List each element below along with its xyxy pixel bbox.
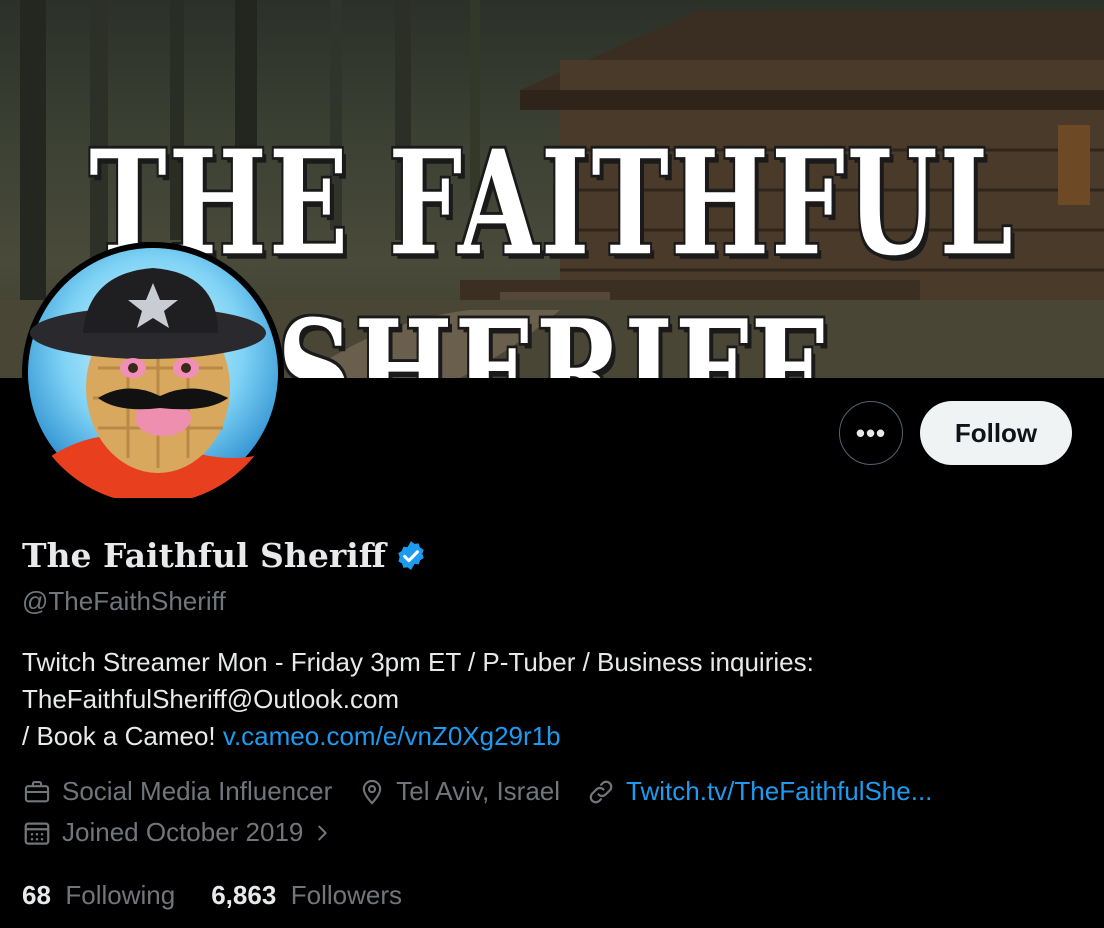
follow-stats: 68 Following 6,863 Followers <box>22 880 438 911</box>
category-item: Social Media Influencer <box>22 776 332 807</box>
joined-item[interactable]: Joined October 2019 <box>22 817 343 848</box>
website-item: Twitch.tv/TheFaithfulShe... <box>586 776 932 807</box>
location-pin-icon <box>363 779 382 805</box>
follow-button[interactable]: Follow <box>920 401 1072 465</box>
link-icon <box>589 780 613 803</box>
bio: Twitch Streamer Mon - Friday 3pm ET / P-… <box>22 644 1092 755</box>
followers-stat[interactable]: 6,863 Followers <box>211 880 402 911</box>
cameo-link[interactable]: v.cameo.com/e/vnZ0Xg29r1b <box>223 721 561 751</box>
more-options-icon: ••• <box>855 417 887 448</box>
calendar-icon <box>24 822 50 845</box>
joined-text: Joined October 2019 <box>62 817 304 847</box>
avatar[interactable] <box>22 242 284 504</box>
following-label: Following <box>58 880 176 910</box>
bio-line-3: / Book a Cameo! v.cameo.com/e/vnZ0Xg29r1… <box>22 718 1092 755</box>
website-link[interactable]: Twitch.tv/TheFaithfulShe... <box>626 776 932 807</box>
following-stat[interactable]: 68 Following <box>22 880 175 911</box>
joined-row[interactable]: Joined October 2019 <box>22 817 369 848</box>
handle: @TheFaithSheriff <box>22 586 226 616</box>
bio-cameo-text: / Book a Cameo! <box>22 721 223 751</box>
briefcase-icon <box>24 780 50 802</box>
location-item: Tel Aviv, Israel <box>358 776 560 807</box>
category-text: Social Media Influencer <box>62 776 333 806</box>
chevron-right-icon <box>318 825 328 840</box>
verified-badge-icon[interactable] <box>394 539 428 573</box>
following-count: 68 <box>22 880 51 910</box>
display-name: The Faithful Sheriff <box>22 536 428 575</box>
bio-email: TheFaithfulSheriff@Outlook.com <box>22 684 400 714</box>
followers-count: 6,863 <box>211 880 277 910</box>
more-options-button[interactable]: ••• <box>839 401 903 465</box>
display-name-text: The Faithful Sheriff <box>22 536 386 575</box>
followers-label: Followers <box>283 880 403 910</box>
profile-meta-row: Social Media Influencer Tel Aviv, Israel… <box>22 776 958 807</box>
bio-line-1: Twitch Streamer Mon - Friday 3pm ET / P-… <box>22 647 814 677</box>
avatar-image <box>28 248 278 498</box>
location-text: Tel Aviv, Israel <box>396 776 561 806</box>
